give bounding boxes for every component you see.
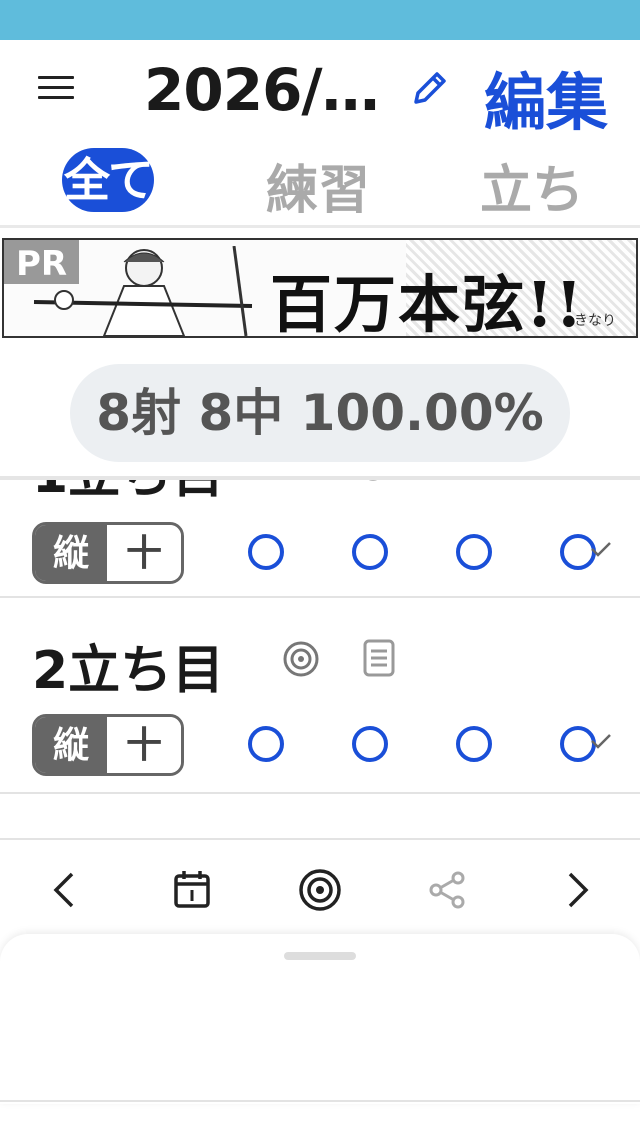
page-title: 2026/…	[144, 56, 380, 124]
toggle-right: 十	[107, 525, 181, 581]
chevron-left-icon[interactable]	[42, 866, 90, 914]
share-icon[interactable]	[424, 866, 472, 914]
divider	[0, 1100, 640, 1102]
round-title: 1立ち目	[32, 480, 224, 507]
shot-hit-mark[interactable]	[456, 726, 492, 762]
check-icon	[591, 542, 611, 557]
banner-title: 百万本弦!!	[270, 268, 585, 338]
filter-tabs: 全て 練習 立ち	[0, 140, 640, 228]
menu-icon[interactable]	[38, 76, 74, 102]
tab-standing[interactable]: 立ち	[480, 148, 584, 223]
check-icon	[591, 734, 611, 749]
target-icon[interactable]	[296, 866, 344, 914]
round-card: 1立ち目 縦 十	[0, 480, 640, 598]
pencil-icon[interactable]	[408, 66, 452, 110]
edit-button[interactable]: 編集	[484, 52, 608, 142]
target-icon[interactable]	[282, 640, 320, 678]
banner-signature: きなり	[574, 313, 616, 329]
display-toggle[interactable]: 縦 十	[32, 714, 184, 776]
display-toggle[interactable]: 縦 十	[32, 522, 184, 584]
sheet-drag-handle[interactable]	[284, 952, 356, 960]
toggle-left: 縦	[35, 717, 107, 773]
round-list[interactable]: 1立ち目 縦 十 2立ち目 縦	[0, 480, 640, 838]
tab-practice[interactable]: 練習	[266, 148, 370, 223]
status-bar	[0, 0, 640, 40]
ad-banner[interactable]: PR 百万本弦!! きなり	[2, 238, 638, 338]
shot-hit-mark[interactable]	[456, 534, 492, 570]
memo-icon[interactable]	[362, 638, 396, 678]
toggle-right: 十	[107, 717, 181, 773]
bottom-sheet[interactable]	[0, 934, 640, 1104]
bottom-nav	[0, 838, 640, 938]
shot-hit-mark[interactable]	[352, 534, 388, 570]
calendar-icon[interactable]	[168, 866, 216, 914]
hit-rate-summary: 8射 8中 100.00%	[70, 364, 570, 462]
shot-hit-mark[interactable]	[248, 534, 284, 570]
shot-hit-mark[interactable]	[352, 726, 388, 762]
round-card: 2立ち目 縦 十	[0, 600, 640, 794]
chevron-right-icon[interactable]	[552, 866, 600, 914]
target-icon[interactable]	[354, 480, 392, 482]
round-title: 2立ち目	[32, 641, 225, 701]
tab-all[interactable]: 全て	[62, 148, 154, 212]
app-bar: 2026/… 編集	[0, 40, 640, 140]
shot-hit-mark[interactable]	[248, 726, 284, 762]
pr-badge: PR	[4, 240, 80, 284]
toggle-left: 縦	[35, 525, 107, 581]
